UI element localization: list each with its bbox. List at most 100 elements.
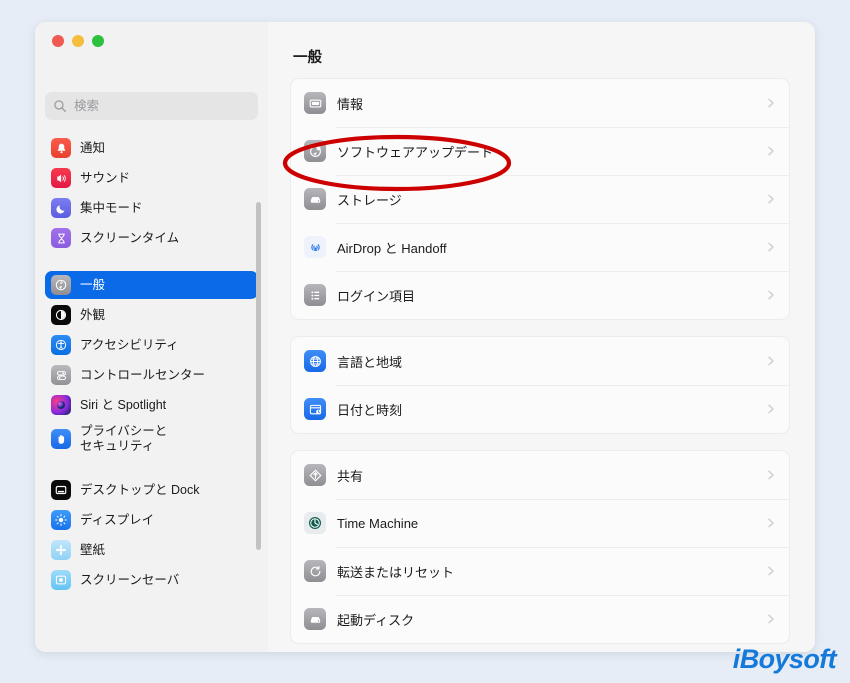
sidebar-item-general[interactable]: 一般 [45, 271, 258, 299]
minimize-window-button[interactable] [72, 35, 84, 47]
row-label: 日付と時刻 [337, 402, 403, 418]
screensaver-icon [51, 570, 71, 590]
sidebar-scrollbar[interactable] [256, 202, 261, 550]
row-about[interactable]: 情報 [291, 79, 789, 127]
row-airdrop-handoff[interactable]: AirDrop と Handoff [291, 223, 789, 271]
sidebar-group-1: 通知 サウンド 集中モード スクリーンタイム [35, 134, 268, 252]
chevron-right-icon [768, 98, 774, 108]
sidebar-item-label: デスクトップと Dock [80, 482, 200, 497]
row-label: AirDrop と Handoff [337, 240, 447, 256]
storage-icon [304, 188, 326, 210]
sidebar-scroll-area: 通知 サウンド 集中モード スクリーンタイム 一般 外観 アクセシビリティ コン… [35, 134, 268, 652]
row-label: 転送またはリセット [337, 564, 455, 580]
sidebar-item-control-center[interactable]: コントロールセンター [45, 361, 258, 389]
sidebar-item-label: サウンド [80, 170, 131, 185]
language-region-icon [304, 350, 326, 372]
row-storage[interactable]: ストレージ [291, 175, 789, 223]
sidebar-item-screensaver[interactable]: スクリーンセーバ [45, 566, 258, 594]
sidebar-item-label: スクリーンセーバ [80, 572, 180, 587]
sidebar-item-label: Siri と Spotlight [80, 397, 167, 412]
sidebar: 通知 サウンド 集中モード [35, 22, 268, 652]
page-title: 一般 [293, 50, 322, 66]
settings-group-2: 言語と地域 日付と時刻 [290, 336, 790, 434]
close-window-button[interactable] [52, 35, 64, 47]
sidebar-group-2: 一般 外観 アクセシビリティ コントロールセンター Siri と Spotlig… [35, 271, 268, 457]
sidebar-item-label: コントロールセンター [80, 367, 206, 382]
settings-group-1: 情報 ソフトウェアアップデート ストレージ AirDrop と Handoff … [290, 78, 790, 320]
row-sharing[interactable]: 共有 [291, 451, 789, 499]
main-content: 一般 情報 ソフトウェアアップデート ストレージ AirDrop と Hando… [268, 22, 815, 652]
row-label: 情報 [337, 96, 364, 112]
chevron-right-icon [768, 146, 774, 156]
date-time-icon [304, 398, 326, 420]
wallpaper-icon [51, 540, 71, 560]
sidebar-item-accessibility[interactable]: アクセシビリティ [45, 331, 258, 359]
maximize-window-button[interactable] [92, 35, 104, 47]
sidebar-item-notifications[interactable]: 通知 [45, 134, 258, 162]
sidebar-item-focus[interactable]: 集中モード [45, 194, 258, 222]
screen-time-icon [51, 228, 71, 248]
row-label: ログイン項目 [337, 288, 416, 304]
chevron-right-icon [768, 242, 774, 252]
chevron-right-icon [768, 356, 774, 366]
chevron-right-icon [768, 194, 774, 204]
sidebar-item-label: アクセシビリティ [80, 337, 179, 352]
appearance-icon [51, 305, 71, 325]
search-icon [54, 100, 67, 113]
row-time-machine[interactable]: Time Machine [291, 499, 789, 547]
chevron-right-icon [768, 470, 774, 480]
search-field[interactable] [45, 92, 258, 120]
row-language-region[interactable]: 言語と地域 [291, 337, 789, 385]
focus-icon [51, 198, 71, 218]
login-items-icon [304, 284, 326, 306]
sidebar-group-3: デスクトップと Dock ディスプレイ 壁紙 スクリーンセーバ [35, 476, 268, 594]
sidebar-item-desktop-dock[interactable]: デスクトップと Dock [45, 476, 258, 504]
sidebar-item-appearance[interactable]: 外観 [45, 301, 258, 329]
settings-group-3: 共有 Time Machine 転送またはリセット 起動ディスク [290, 450, 790, 644]
traffic-lights [52, 35, 104, 47]
row-label: Time Machine [337, 515, 419, 531]
sidebar-item-label: 一般 [80, 277, 106, 292]
sidebar-item-label: 壁紙 [80, 542, 106, 557]
row-label: 起動ディスク [337, 612, 415, 628]
airdrop-icon [304, 236, 326, 258]
chevron-right-icon [768, 290, 774, 300]
sidebar-item-display[interactable]: ディスプレイ [45, 506, 258, 534]
sidebar-item-screen-time[interactable]: スクリーンタイム [45, 224, 258, 252]
sidebar-item-label: 集中モード [80, 200, 143, 215]
row-label: ソフトウェアアップデート [337, 144, 494, 160]
row-startup-disk[interactable]: 起動ディスク [291, 595, 789, 643]
row-label: 共有 [337, 468, 364, 484]
row-label: ストレージ [337, 192, 402, 208]
row-software-update[interactable]: ソフトウェアアップデート [291, 127, 789, 175]
display-icon [51, 510, 71, 530]
row-date-time[interactable]: 日付と時刻 [291, 385, 789, 433]
sidebar-divider-1 [35, 254, 268, 271]
sidebar-item-siri-spotlight[interactable]: Siri と Spotlight [45, 391, 258, 419]
row-transfer-reset[interactable]: 転送またはリセット [291, 547, 789, 595]
row-login-items[interactable]: ログイン項目 [291, 271, 789, 319]
siri-icon [51, 395, 71, 415]
transfer-reset-icon [304, 560, 326, 582]
control-center-icon [51, 365, 71, 385]
startup-disk-icon [304, 608, 326, 630]
sidebar-item-privacy-security[interactable]: プライバシーと セキュリティ [45, 421, 258, 457]
sidebar-item-label: 通知 [80, 140, 106, 155]
sidebar-item-label: プライバシーと セキュリティ [80, 424, 168, 453]
general-icon [51, 275, 71, 295]
sidebar-item-label: ディスプレイ [80, 512, 155, 527]
chevron-right-icon [768, 614, 774, 624]
accessibility-icon [51, 335, 71, 355]
sidebar-item-label: 外観 [80, 307, 106, 322]
sidebar-item-wallpaper[interactable]: 壁紙 [45, 536, 258, 564]
search-input[interactable] [74, 99, 250, 113]
sidebar-divider-2 [35, 459, 268, 476]
sidebar-item-sound[interactable]: サウンド [45, 164, 258, 192]
system-settings-window: 通知 サウンド 集中モード [35, 22, 815, 652]
privacy-icon [51, 429, 71, 449]
time-machine-icon [304, 512, 326, 534]
chevron-right-icon [768, 518, 774, 528]
settings-list: 情報 ソフトウェアアップデート ストレージ AirDrop と Handoff … [268, 78, 815, 652]
software-update-icon [304, 140, 326, 162]
about-icon [304, 92, 326, 114]
